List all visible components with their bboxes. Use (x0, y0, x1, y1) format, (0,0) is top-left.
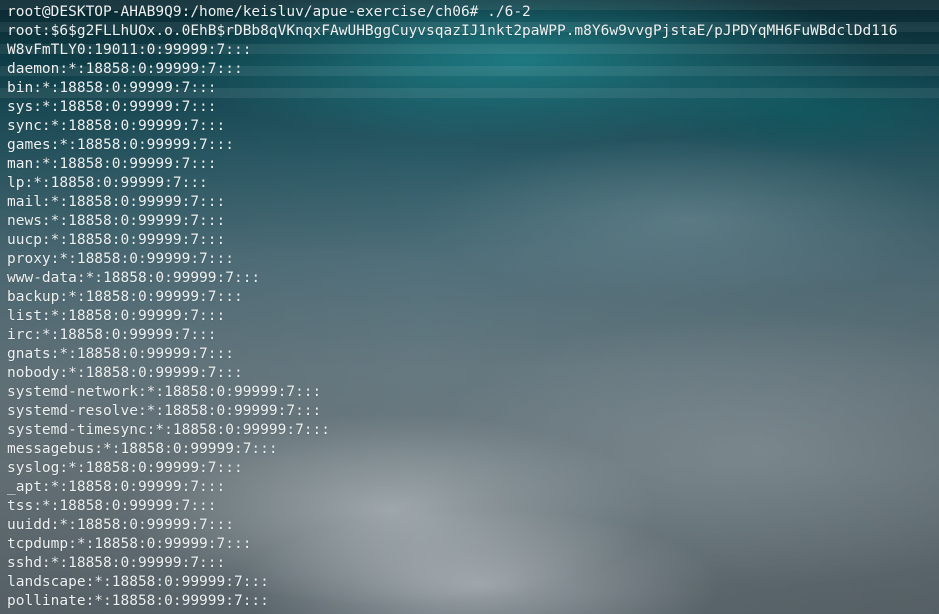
output-line: games:*:18858:0:99999:7::: (7, 137, 234, 153)
output-line: sys:*:18858:0:99999:7::: (7, 99, 217, 115)
output-line: syslog:*:18858:0:99999:7::: (7, 460, 243, 476)
output-line: root:$6$g2FLLhUOx.o.0EhB$rDBb8qVKnqxFAwU… (7, 23, 898, 39)
output-line: news:*:18858:0:99999:7::: (7, 213, 226, 229)
output-line: uuidd:*:18858:0:99999:7::: (7, 517, 234, 533)
output-line: uucp:*:18858:0:99999:7::: (7, 232, 226, 248)
output-line: mail:*:18858:0:99999:7::: (7, 194, 226, 210)
output-line: www-data:*:18858:0:99999:7::: (7, 270, 261, 286)
output-line: sshd:*:18858:0:99999:7::: (7, 555, 226, 571)
output-line: _apt:*:18858:0:99999:7::: (7, 479, 226, 495)
output-line: list:*:18858:0:99999:7::: (7, 308, 226, 324)
output-line: tcpdump:*:18858:0:99999:7::: (7, 536, 252, 552)
output-line: systemd-resolve:*:18858:0:99999:7::: (7, 403, 322, 419)
output-line: W8vFmTLY0:19011:0:99999:7::: (7, 42, 252, 58)
output-line: sync:*:18858:0:99999:7::: (7, 118, 226, 134)
output-line: systemd-network:*:18858:0:99999:7::: (7, 384, 322, 400)
output-line: nobody:*:18858:0:99999:7::: (7, 365, 243, 381)
output-line: systemd-timesync:*:18858:0:99999:7::: (7, 422, 331, 438)
output-line: messagebus:*:18858:0:99999:7::: (7, 441, 278, 457)
output-line: daemon:*:18858:0:99999:7::: (7, 61, 243, 77)
output-line: proxy:*:18858:0:99999:7::: (7, 251, 234, 267)
terminal-screen[interactable]: root@DESKTOP-AHAB9Q9:/home/keisluv/apue-… (7, 3, 939, 614)
output-line: backup:*:18858:0:99999:7::: (7, 289, 243, 305)
prompt-line: root@DESKTOP-AHAB9Q9:/home/keisluv/apue-… (7, 4, 531, 20)
output-line: tss:*:18858:0:99999:7::: (7, 498, 217, 514)
output-line: bin:*:18858:0:99999:7::: (7, 80, 217, 96)
output-line: landscape:*:18858:0:99999:7::: (7, 574, 269, 590)
terminal-window[interactable]: root@DESKTOP-AHAB9Q9:/home/keisluv/apue-… (0, 0, 939, 614)
output-line: lp:*:18858:0:99999:7::: (7, 175, 208, 191)
output-line: gnats:*:18858:0:99999:7::: (7, 346, 234, 362)
output-line: irc:*:18858:0:99999:7::: (7, 327, 217, 343)
output-line: man:*:18858:0:99999:7::: (7, 156, 217, 172)
output-line: pollinate:*:18858:0:99999:7::: (7, 593, 269, 609)
